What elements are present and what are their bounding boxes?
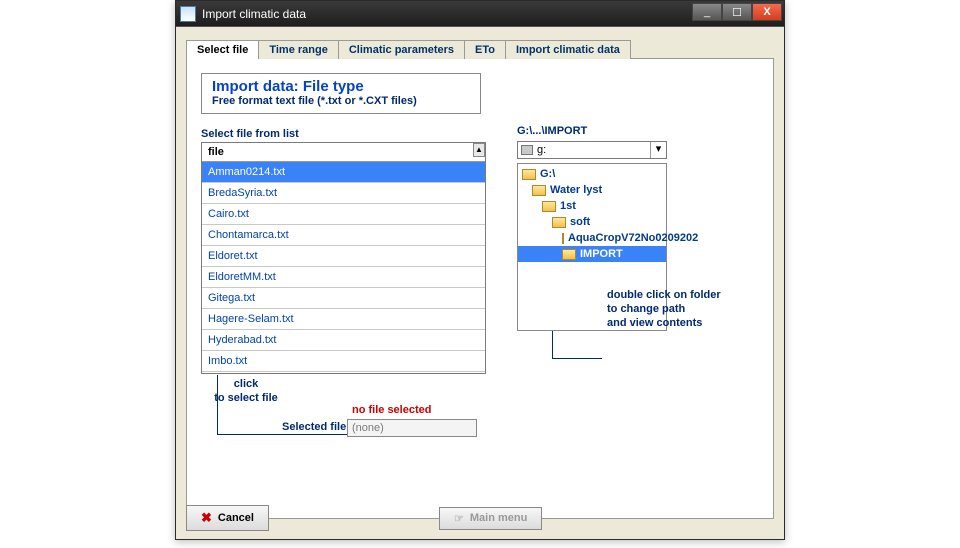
bottom-bar: ✖ Cancel ☞ Main menu xyxy=(186,503,774,533)
folder-icon xyxy=(562,233,564,244)
tree-label: soft xyxy=(570,216,590,228)
tree-row[interactable]: soft xyxy=(518,214,666,230)
tree-label: 1st xyxy=(560,200,576,212)
tab-eto[interactable]: ETo xyxy=(464,40,506,59)
folder-icon xyxy=(522,169,536,180)
tab-climatic-parameters[interactable]: Climatic parameters xyxy=(338,40,465,59)
file-list[interactable]: file ▲ Amman0214.txt BredaSyria.txt Cair… xyxy=(201,142,486,374)
tree-label: G:\ xyxy=(540,168,555,180)
selected-file-label: Selected file xyxy=(282,421,346,433)
cancel-label: Cancel xyxy=(218,512,254,524)
tab-content: Import data: File type Free format text … xyxy=(186,59,774,519)
file-item[interactable]: Gitega.txt xyxy=(202,288,485,309)
selected-file-field[interactable]: (none) xyxy=(347,419,477,437)
file-list-label: Select file from list xyxy=(201,128,759,140)
chevron-down-icon[interactable]: ▾ xyxy=(650,142,666,158)
no-file-warning: no file selected xyxy=(352,404,431,416)
titlebar[interactable]: Import climatic data _ ☐ X xyxy=(176,1,784,27)
tree-row[interactable]: 1st xyxy=(518,198,666,214)
file-item[interactable]: Imbo.txt xyxy=(202,351,485,372)
drive-icon xyxy=(521,145,533,155)
folder-hint: double click on folder to change path an… xyxy=(607,289,721,330)
tab-import-climatic-data[interactable]: Import climatic data xyxy=(505,40,631,59)
file-item[interactable]: Chontamarca.txt xyxy=(202,225,485,246)
tab-bar: Select file Time range Climatic paramete… xyxy=(186,37,774,59)
file-item[interactable]: Amman0214.txt xyxy=(202,162,485,183)
file-item[interactable]: Hyderabad.txt xyxy=(202,330,485,351)
file-item[interactable]: BredaSyria.txt xyxy=(202,183,485,204)
close-button[interactable]: X xyxy=(752,3,782,21)
file-item[interactable]: Eldoret.txt xyxy=(202,246,485,267)
tree-label: AquaCropV72No0209202 xyxy=(568,232,698,244)
tree-row[interactable]: AquaCropV72No0209202 xyxy=(518,230,666,246)
file-type-group: Import data: File type Free format text … xyxy=(201,73,481,114)
tree-row[interactable]: IMPORT xyxy=(518,246,666,262)
tree-label: Water lyst xyxy=(550,184,602,196)
file-item[interactable]: Cairo.txt xyxy=(202,204,485,225)
tree-label: IMPORT xyxy=(580,248,623,260)
import-climatic-window: Import climatic data _ ☐ X Select file T… xyxy=(175,0,785,540)
tab-time-range[interactable]: Time range xyxy=(258,40,339,59)
folder-icon xyxy=(552,217,566,228)
maximize-button[interactable]: ☐ xyxy=(722,3,752,21)
file-item[interactable]: EldoretMM.txt xyxy=(202,267,485,288)
tree-row[interactable]: Water lyst xyxy=(518,182,666,198)
cancel-button[interactable]: ✖ Cancel xyxy=(186,505,269,531)
window-title: Import climatic data xyxy=(202,7,306,21)
drive-text: g: xyxy=(537,144,546,156)
app-icon xyxy=(180,6,196,22)
minimize-button[interactable]: _ xyxy=(692,3,722,21)
folder-icon xyxy=(532,185,546,196)
folder-icon xyxy=(562,249,576,260)
tab-select-file[interactable]: Select file xyxy=(186,40,259,59)
connector-line xyxy=(552,331,602,359)
pointer-icon: ☞ xyxy=(454,512,464,525)
drive-select[interactable]: g: ▾ xyxy=(517,141,667,159)
path-label: G:\...\IMPORT xyxy=(517,125,587,137)
file-list-header[interactable]: file xyxy=(202,143,485,162)
tree-row[interactable]: G:\ xyxy=(518,166,666,182)
cancel-icon: ✖ xyxy=(201,510,212,526)
group-subheading: Free format text file (*.txt or *.CXT fi… xyxy=(212,95,470,107)
group-heading: Import data: File type xyxy=(212,78,470,95)
scroll-up-icon[interactable]: ▲ xyxy=(473,143,485,157)
main-menu-label: Main menu xyxy=(470,512,527,524)
file-item[interactable]: Hagere-Selam.txt xyxy=(202,309,485,330)
main-menu-button[interactable]: ☞ Main menu xyxy=(439,507,542,530)
folder-icon xyxy=(542,201,556,212)
